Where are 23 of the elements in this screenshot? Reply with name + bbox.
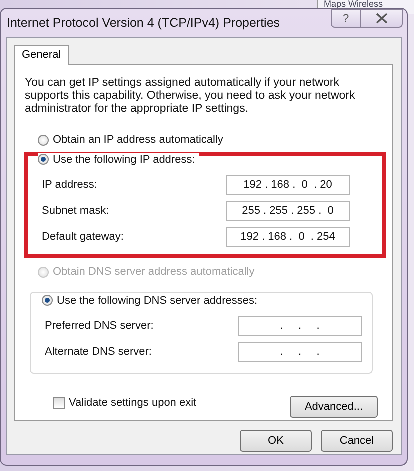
ip-address-field[interactable]: . . . (238, 316, 362, 336)
radio-option[interactable]: Obtain an IP address automatically (38, 134, 224, 146)
ok-button[interactable]: OK (240, 430, 312, 452)
help-button[interactable]: ? (331, 9, 361, 28)
tab[interactable]: General (14, 45, 70, 65)
ip-address-field[interactable]: 192 . 168 . 0 . 254 (226, 227, 350, 247)
intro-text: You can get IP settings assigned automatically if your network supports this capability. Otherwise, you need to ask your network administrator for the appropriate IP settings. (25, 77, 356, 116)
radio-option[interactable]: Use the following DNS server addresses: (42, 294, 258, 306)
field-label: Default gateway: (41, 231, 124, 243)
close-icon (376, 13, 388, 24)
field-label: IP address: (41, 179, 98, 191)
field-label: Alternate DNS server: (44, 346, 152, 358)
checkbox-option[interactable]: Validate settings upon exit (53, 397, 197, 409)
close-button[interactable] (361, 9, 403, 28)
field-label: Preferred DNS server: (44, 320, 154, 332)
window-title: Internet Protocol Version 4 (TCP/IPv4) Properties (7, 16, 280, 30)
ip-address-field[interactable]: 255 . 255 . 255 . 0 (226, 201, 350, 221)
window-title: Maps Wireless (324, 0, 384, 9)
field-label: Subnet mask: (41, 205, 110, 217)
ip-address-field[interactable]: 192 . 168 . 0 . 20 (226, 175, 350, 195)
ip-address-field[interactable]: . . . (238, 342, 362, 362)
advanced-button[interactable]: Advanced... (290, 396, 378, 418)
cancel-button[interactable]: Cancel (321, 430, 393, 452)
